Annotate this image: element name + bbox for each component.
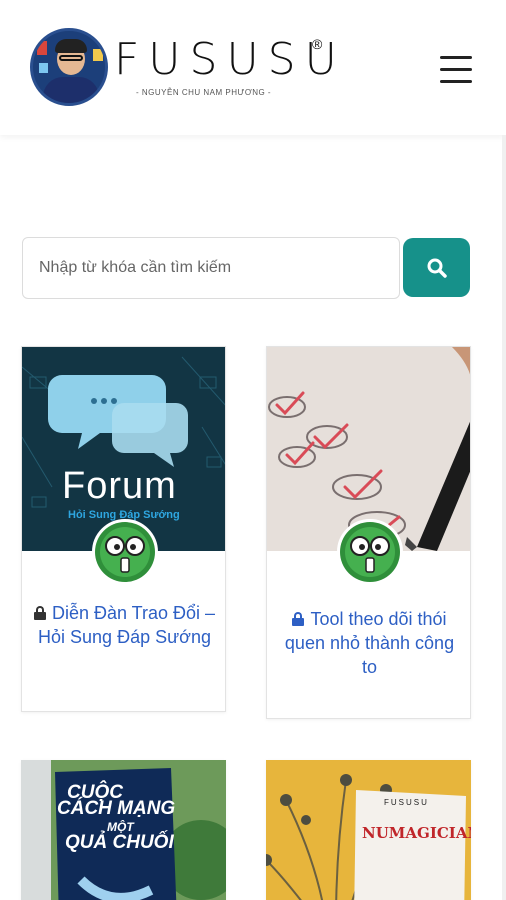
card-title-link[interactable]: Tool theo dõi thói quen nhỏ thành công t… xyxy=(277,607,462,679)
card-title-link[interactable]: Diễn Đàn Trao Đổi – Hỏi Sung Đáp Sướng xyxy=(32,601,217,649)
book-title-line4: QUẢ CHUỐI xyxy=(65,832,174,853)
search-input[interactable] xyxy=(22,237,400,299)
card-title-text: Diễn Đàn Trao Đổi – Hỏi Sung Đáp Sướng xyxy=(38,603,216,647)
search-icon xyxy=(427,258,447,278)
course-card-forum[interactable]: Forum Hỏi Sung Đáp Sướng Diễn Đàn Trao Đ… xyxy=(21,346,226,712)
owl-mascot-icon xyxy=(92,519,158,585)
owl-mascot-icon xyxy=(337,519,403,585)
book-brand: FUSUSU xyxy=(384,798,429,807)
registered-mark: ® xyxy=(312,36,323,52)
magician-thumbnail: FUSUSU NUMAGICIAN xyxy=(266,760,471,900)
forum-word: Forum xyxy=(62,465,177,507)
site-header: FUSUSU ® - NGUYỄN CHU NAM PHƯƠNG - xyxy=(0,0,506,135)
course-card-tool[interactable]: Tool theo dõi thói quen nhỏ thành công t… xyxy=(266,346,471,719)
scrollbar-track[interactable] xyxy=(502,135,506,900)
book-title: NUMAGICIAN xyxy=(362,824,471,842)
brand-wordmark: FUSUSU ® - NGUYỄN CHU NAM PHƯƠNG - xyxy=(114,28,337,106)
site-logo[interactable]: FUSUSU ® - NGUYỄN CHU NAM PHƯƠNG - xyxy=(30,28,337,106)
hamburger-menu-icon[interactable] xyxy=(440,56,474,84)
course-card-book[interactable]: CUỘC CÁCH MẠNG MỘT QUẢ CHUỐI xyxy=(21,760,226,900)
search-button[interactable] xyxy=(403,238,470,297)
lock-icon xyxy=(292,612,305,626)
card-title-text: Tool theo dõi thói quen nhỏ thành công t… xyxy=(284,609,455,677)
lock-icon xyxy=(33,606,46,620)
author-avatar xyxy=(30,28,108,106)
book-thumbnail: CUỘC CÁCH MẠNG MỘT QUẢ CHUỐI xyxy=(21,760,226,900)
course-card-magician[interactable]: FUSUSU NUMAGICIAN xyxy=(266,760,471,900)
brand-subtitle: - NGUYỄN CHU NAM PHƯƠNG - xyxy=(136,88,272,97)
book-title-line2: CÁCH MẠNG xyxy=(57,798,176,819)
